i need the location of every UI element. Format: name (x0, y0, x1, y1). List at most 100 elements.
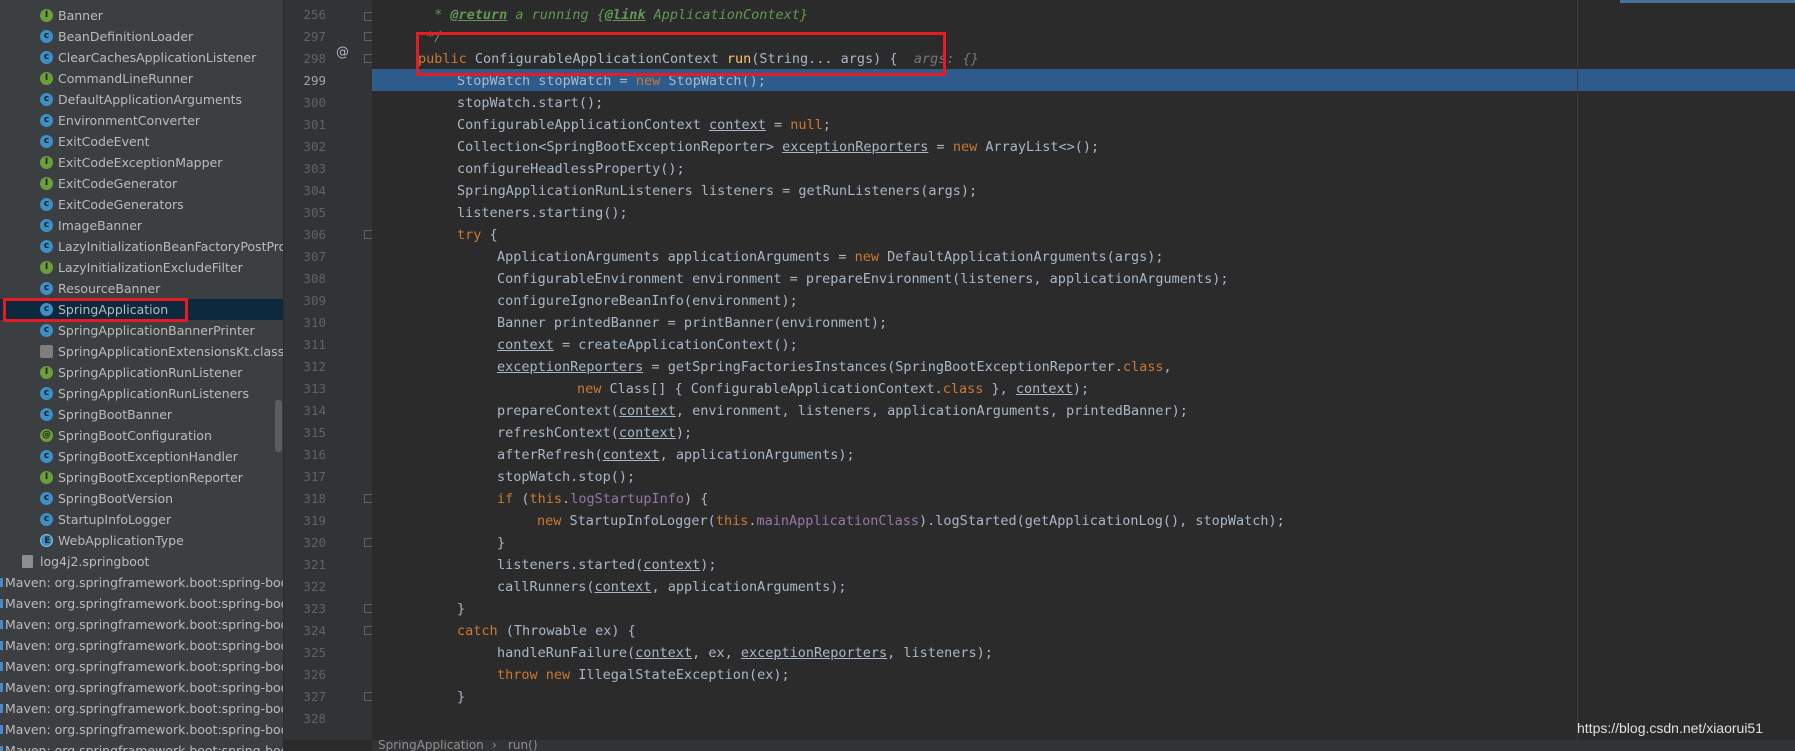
tree-item[interactable]: c StartupInfoLogger (0, 509, 283, 530)
line-number[interactable]: 328 (284, 708, 326, 730)
line-number[interactable]: 301 (284, 114, 326, 136)
maven-library-item[interactable]: Maven: org.springframework.boot:spring-b… (0, 614, 283, 635)
code-line-314[interactable]: prepareContext(context, environment, lis… (497, 400, 1188, 422)
code-line-308[interactable]: ConfigurableEnvironment environment = pr… (497, 268, 1229, 290)
code-line-326[interactable]: throw new IllegalStateException(ex); (497, 664, 790, 686)
code-line-324[interactable]: catch (Throwable ex) { (457, 620, 636, 642)
code-line-325[interactable]: handleRunFailure(context, ex, exceptionR… (497, 642, 993, 664)
code-line-319[interactable]: new StartupInfoLogger(this.mainApplicati… (537, 510, 1285, 532)
maven-library-item[interactable]: Maven: org.springframework.boot:spring-b… (0, 719, 283, 740)
code-line-316[interactable]: afterRefresh(context, applicationArgumen… (497, 444, 855, 466)
code-line-309[interactable]: configureIgnoreBeanInfo(environment); (497, 290, 798, 312)
line-number[interactable]: 326 (284, 664, 326, 686)
code-line-302[interactable]: Collection<SpringBootExceptionReporter> … (457, 136, 1099, 158)
tree-item[interactable]: I LazyInitializationExcludeFilter (0, 257, 283, 278)
line-number[interactable]: 303 (284, 158, 326, 180)
maven-library-item[interactable]: Maven: org.springframework.boot:spring-b… (0, 740, 283, 751)
code-line-304[interactable]: SpringApplicationRunListeners listeners … (457, 180, 977, 202)
line-number[interactable]: 320 (284, 532, 326, 554)
line-number[interactable]: 300 (284, 92, 326, 114)
line-number[interactable]: 327 (284, 686, 326, 708)
code-line-301[interactable]: ConfigurableApplicationContext context =… (457, 114, 831, 136)
breadcrumb-class[interactable]: SpringApplication (378, 740, 484, 751)
tree-item[interactable]: E WebApplicationType (0, 530, 283, 551)
line-number[interactable]: 308 (284, 268, 326, 290)
line-number[interactable]: 305 (284, 202, 326, 224)
code-line-305[interactable]: listeners.starting(); (457, 202, 628, 224)
tree-item[interactable]: I Banner (0, 5, 283, 26)
code-line-306[interactable]: try { (457, 224, 498, 246)
code-line-317[interactable]: stopWatch.stop(); (497, 466, 635, 488)
tree-item[interactable]: I CommandLineRunner (0, 68, 283, 89)
tree-item[interactable]: c EnvironmentConverter (0, 110, 283, 131)
maven-library-item[interactable]: Maven: org.springframework.boot:spring-b… (0, 635, 283, 656)
code-line-307[interactable]: ApplicationArguments applicationArgument… (497, 246, 1163, 268)
line-number[interactable]: 304 (284, 180, 326, 202)
tree-item[interactable]: c SpringBootVersion (0, 488, 283, 509)
tree-item[interactable]: SpringApplicationExtensionsKt.class (0, 341, 283, 362)
line-number[interactable]: 299 (284, 70, 326, 92)
line-number[interactable]: 314 (284, 400, 326, 422)
line-number[interactable]: 322 (284, 576, 326, 598)
code-line-256[interactable]: * @return a running {@link ApplicationCo… (426, 4, 808, 26)
tree-item[interactable]: I SpringBootExceptionReporter (0, 467, 283, 488)
line-number[interactable]: 325 (284, 642, 326, 664)
override-marker-icon[interactable]: @ (336, 45, 349, 60)
line-number[interactable]: 321 (284, 554, 326, 576)
line-number[interactable]: 297 (284, 26, 326, 48)
sidebar-scrollbar[interactable] (275, 400, 282, 452)
code-line-300[interactable]: stopWatch.start(); (457, 92, 603, 114)
code-line-312[interactable]: exceptionReporters = getSpringFactoriesI… (497, 356, 1172, 378)
tree-item[interactable]: @ SpringBootConfiguration (0, 425, 283, 446)
tree-item[interactable]: I ExitCodeGenerator (0, 173, 283, 194)
line-number[interactable]: 302 (284, 136, 326, 158)
line-number[interactable]: 306 (284, 224, 326, 246)
line-number[interactable]: 311 (284, 334, 326, 356)
breadcrumb-method[interactable]: run() (508, 740, 538, 751)
tree-item[interactable]: c SpringBootBanner (0, 404, 283, 425)
line-number[interactable]: 324 (284, 620, 326, 642)
tree-item[interactable]: c BeanDefinitionLoader (0, 26, 283, 47)
maven-library-item[interactable]: Maven: org.springframework.boot:spring-b… (0, 677, 283, 698)
tree-item[interactable]: c ResourceBanner (0, 278, 283, 299)
line-number[interactable]: 256 (284, 4, 326, 26)
tree-item[interactable]: c ImageBanner (0, 215, 283, 236)
tree-item[interactable]: c ExitCodeGenerators (0, 194, 283, 215)
line-number[interactable]: 312 (284, 356, 326, 378)
tree-item[interactable]: c SpringApplicationRunListeners (0, 383, 283, 404)
code-line-327[interactable]: } (457, 686, 465, 708)
tree-item[interactable]: I SpringApplicationRunListener (0, 362, 283, 383)
code-line-313[interactable]: new Class[] { ConfigurableApplicationCon… (577, 378, 1089, 400)
code-line-318[interactable]: if (this.logStartupInfo) { (497, 488, 708, 510)
tree-item[interactable]: c DefaultApplicationArguments (0, 89, 283, 110)
maven-library-item[interactable]: Maven: org.springframework.boot:spring-b… (0, 698, 283, 719)
tree-item[interactable]: c LazyInitializationBeanFactoryPostProces (0, 236, 283, 257)
line-number[interactable]: 319 (284, 510, 326, 532)
line-number[interactable]: 309 (284, 290, 326, 312)
tree-item[interactable]: c ExitCodeEvent (0, 131, 283, 152)
code-line-323[interactable]: } (457, 598, 465, 620)
code-line-303[interactable]: configureHeadlessProperty(); (457, 158, 685, 180)
line-number[interactable]: 307 (284, 246, 326, 268)
code-line-320[interactable]: } (497, 532, 505, 554)
tree-item[interactable]: c SpringApplicationBannerPrinter (0, 320, 283, 341)
code-line-310[interactable]: Banner printedBanner = printBanner(envir… (497, 312, 887, 334)
maven-library-item[interactable]: Maven: org.springframework.boot:spring-b… (0, 572, 283, 593)
line-number[interactable]: 323 (284, 598, 326, 620)
code-line-322[interactable]: callRunners(context, applicationArgument… (497, 576, 847, 598)
code-line-321[interactable]: listeners.started(context); (497, 554, 716, 576)
tree-item[interactable]: c SpringBootExceptionHandler (0, 446, 283, 467)
tree-item[interactable]: I ExitCodeExceptionMapper (0, 152, 283, 173)
line-number[interactable]: 310 (284, 312, 326, 334)
line-number[interactable]: 313 (284, 378, 326, 400)
line-number[interactable]: 298 (284, 48, 326, 70)
tree-item[interactable]: c ClearCachesApplicationListener (0, 47, 283, 68)
maven-library-item[interactable]: Maven: org.springframework.boot:spring-b… (0, 656, 283, 677)
maven-library-item[interactable]: Maven: org.springframework.boot:spring-b… (0, 593, 283, 614)
tree-item[interactable]: log4j2.springboot (0, 551, 283, 572)
code-line-315[interactable]: refreshContext(context); (497, 422, 692, 444)
line-number[interactable]: 315 (284, 422, 326, 444)
line-number[interactable]: 317 (284, 466, 326, 488)
line-number[interactable]: 318 (284, 488, 326, 510)
code-line-311[interactable]: context = createApplicationContext(); (497, 334, 798, 356)
